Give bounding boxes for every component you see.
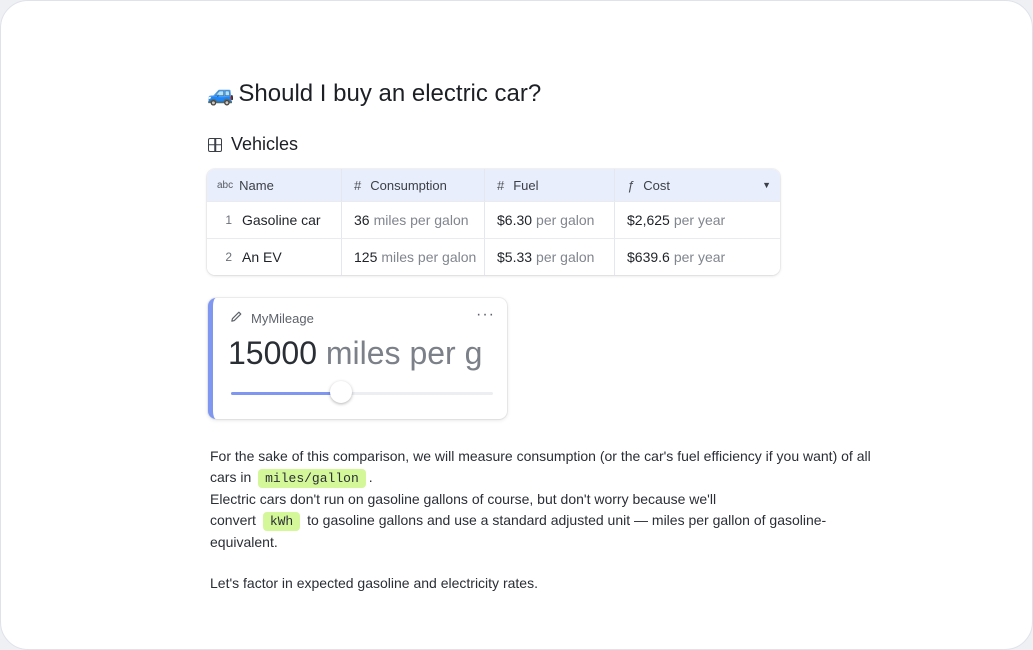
inline-code: kWh: [262, 511, 301, 531]
slider-fill: [231, 392, 342, 395]
paragraph: For the sake of this comparison, we will…: [210, 446, 880, 489]
page-title-text: Should I buy an electric car?: [238, 80, 542, 107]
column-header-cost[interactable]: ƒ Cost ▼: [615, 169, 780, 201]
cell-value: 36: [354, 212, 370, 228]
more-options-icon[interactable]: ···: [476, 306, 495, 324]
table-row[interactable]: 2 An EV 125 miles per galon $5.33 per ga…: [207, 238, 780, 275]
row-number: 2: [225, 250, 232, 264]
column-header-label: Name: [239, 177, 274, 193]
cell-fuel[interactable]: $5.33 per galon: [485, 239, 615, 275]
column-header-consumption[interactable]: # Consumption: [342, 169, 485, 201]
paragraph: Electric cars don't run on gasoline gall…: [210, 489, 880, 553]
formula-type-icon: ƒ: [627, 177, 635, 193]
cell-fuel[interactable]: $6.30 per galon: [485, 202, 615, 238]
cell-name[interactable]: An EV: [242, 249, 282, 265]
cell-consumption[interactable]: 125 miles per galon: [342, 239, 485, 275]
cell-consumption[interactable]: 36 miles per galon: [342, 202, 485, 238]
cell-unit: per year: [673, 249, 726, 265]
text-line: convert: [210, 511, 256, 528]
cell-unit: miles per galon: [373, 212, 469, 228]
text-line: .: [368, 468, 373, 485]
column-header-name[interactable]: abc Name: [207, 169, 342, 201]
text-line: to gasoline gallons and use a standard a…: [210, 511, 827, 551]
description-text: For the sake of this comparison, we will…: [210, 446, 880, 593]
vehicles-table: abc Name # Consumption # Fuel ƒ Cost ▼ 1…: [207, 169, 780, 275]
page-title: 🚙 Should I buy an electric car?: [207, 80, 541, 108]
cell-value: 125: [354, 249, 378, 265]
row-number: 1: [225, 213, 232, 227]
car-icon: 🚙: [207, 81, 235, 106]
mileage-value: 15000 miles per g: [228, 335, 498, 372]
chevron-down-icon[interactable]: ▼: [762, 180, 771, 190]
table-header: abc Name # Consumption # Fuel ƒ Cost ▼: [207, 169, 780, 201]
cell-unit: per galon: [536, 212, 595, 228]
table-row[interactable]: 1 Gasoline car 36 miles per galon $6.30 …: [207, 201, 780, 238]
paragraph: Let's factor in expected gasoline and el…: [210, 573, 880, 594]
cell-cost[interactable]: $2,625 per year: [615, 202, 780, 238]
table-icon: [208, 137, 222, 152]
mileage-unit: miles per g: [325, 335, 483, 371]
slider-handle[interactable]: [330, 381, 353, 403]
mileage-slider-card: MyMileage ··· 15000 miles per g: [208, 298, 507, 419]
cell-unit: miles per galon: [381, 249, 477, 265]
inline-code: miles/gallon: [258, 468, 366, 488]
cell-value: $5.33: [497, 249, 533, 265]
section-vehicles: Vehicles: [208, 134, 298, 155]
cell-value: $2,625: [627, 212, 670, 228]
cell-value: $639.6: [627, 249, 670, 265]
cell-cost[interactable]: $639.6 per year: [615, 239, 780, 275]
column-header-label: Fuel: [513, 177, 539, 193]
cell-name[interactable]: Gasoline car: [242, 212, 321, 228]
column-header-label: Consumption: [370, 177, 447, 193]
text-type-icon: abc: [217, 179, 234, 191]
cell-unit: per galon: [536, 249, 595, 265]
text-line: Electric cars don't run on gasoline gall…: [210, 491, 717, 507]
mileage-header: MyMileage: [230, 310, 314, 326]
number-type-icon: #: [497, 177, 505, 193]
mileage-slider[interactable]: [231, 381, 493, 403]
column-header-label: Cost: [643, 177, 670, 193]
column-header-fuel[interactable]: # Fuel: [485, 169, 615, 201]
pencil-icon[interactable]: [230, 310, 243, 326]
cell-unit: per year: [673, 212, 726, 228]
number-type-icon: #: [354, 177, 362, 193]
mileage-number: 15000: [228, 335, 317, 371]
section-title: Vehicles: [231, 134, 299, 154]
cell-value: $6.30: [497, 212, 533, 228]
mileage-label: MyMileage: [251, 310, 314, 326]
text-line: Let's factor in expected gasoline and el…: [210, 574, 538, 591]
